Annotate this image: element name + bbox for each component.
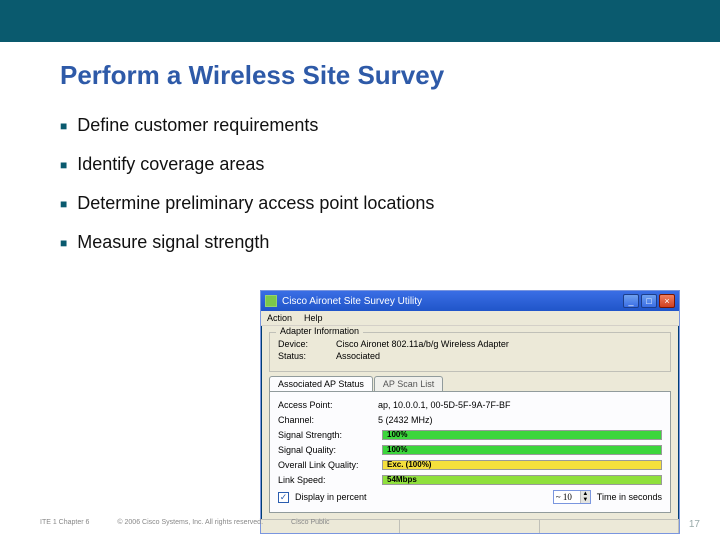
device-value: Cisco Aironet 802.11a/b/g Wireless Adapt… [336,339,509,349]
signal-quality-bar: 100% [382,445,662,455]
titlebar[interactable]: Cisco Aironet Site Survey Utility _ □ × [261,291,679,311]
page-number: 17 [689,519,700,530]
spinner-buttons[interactable]: ▲▼ [580,491,590,503]
overall-quality-text: Exc. (100%) [387,460,431,469]
status-value: Associated [336,351,380,361]
time-label: Time in seconds [597,492,662,502]
slide-footer: ITE 1 Chapter 6 © 2006 Cisco Systems, In… [40,519,700,530]
bullet-item: Define customer requirements [60,115,720,136]
tab-body: Access Point: ap, 10.0.0.1, 00-5D-5F-9A-… [269,391,671,513]
menu-action[interactable]: Action [267,313,292,323]
maximize-button[interactable]: □ [641,294,657,308]
footer-chapter: ITE 1 Chapter 6 [40,519,89,530]
signal-quality-label: Signal Quality: [278,445,378,455]
channel-value: 5 (2432 MHz) [378,415,433,425]
link-speed-label: Link Speed: [278,475,378,485]
signal-strength-label: Signal Strength: [278,430,378,440]
panel-title: Adapter Information [276,326,363,336]
ap-value: ap, 10.0.0.1, 00-5D-5F-9A-7F-BF [378,400,511,410]
signal-strength-bar: 100% [382,430,662,440]
overall-quality-label: Overall Link Quality: [278,460,378,470]
slide-body: Perform a Wireless Site Survey Define cu… [0,42,720,253]
display-percent-label: Display in percent [295,492,367,502]
signal-strength-text: 100% [387,430,407,439]
channel-label: Channel: [278,415,378,425]
time-spinner-input[interactable] [554,491,580,503]
bullet-text: Determine preliminary access point locat… [77,193,434,214]
menubar: Action Help [261,311,679,326]
link-speed-text: 54Mbps [387,475,417,484]
time-spinner[interactable]: ▲▼ [553,490,591,504]
footer-label: Cisco Public [291,519,330,530]
signal-quality-text: 100% [387,445,407,454]
bullet-list: Define customer requirements Identify co… [60,115,720,253]
bullet-text: Define customer requirements [77,115,318,136]
display-percent-checkbox[interactable]: ✓ [278,492,289,503]
device-label: Device: [278,339,336,349]
window-title: Cisco Aironet Site Survey Utility [282,296,621,307]
link-speed-bar: 54Mbps [382,475,662,485]
tab-strip: Associated AP Status AP Scan List [269,376,671,391]
site-survey-window: Cisco Aironet Site Survey Utility _ □ × … [260,290,680,534]
menu-help[interactable]: Help [304,313,323,323]
adapter-info-panel: Adapter Information Device:Cisco Aironet… [269,332,671,372]
bullet-text: Identify coverage areas [77,154,264,175]
overall-quality-bar: Exc. (100%) [382,460,662,470]
ap-label: Access Point: [278,400,378,410]
bullet-item: Determine preliminary access point locat… [60,193,720,214]
tab-associated-ap[interactable]: Associated AP Status [269,376,373,391]
status-label: Status: [278,351,336,361]
close-button[interactable]: × [659,294,675,308]
spinner-down-icon[interactable]: ▼ [581,497,590,503]
slide-title: Perform a Wireless Site Survey [60,60,720,91]
app-icon [265,295,277,307]
minimize-button[interactable]: _ [623,294,639,308]
bullet-text: Measure signal strength [77,232,269,253]
footer-copyright: © 2006 Cisco Systems, Inc. All rights re… [117,519,263,530]
bullet-item: Identify coverage areas [60,154,720,175]
bullet-item: Measure signal strength [60,232,720,253]
tab-ap-scan-list[interactable]: AP Scan List [374,376,443,391]
header-band [0,0,720,42]
